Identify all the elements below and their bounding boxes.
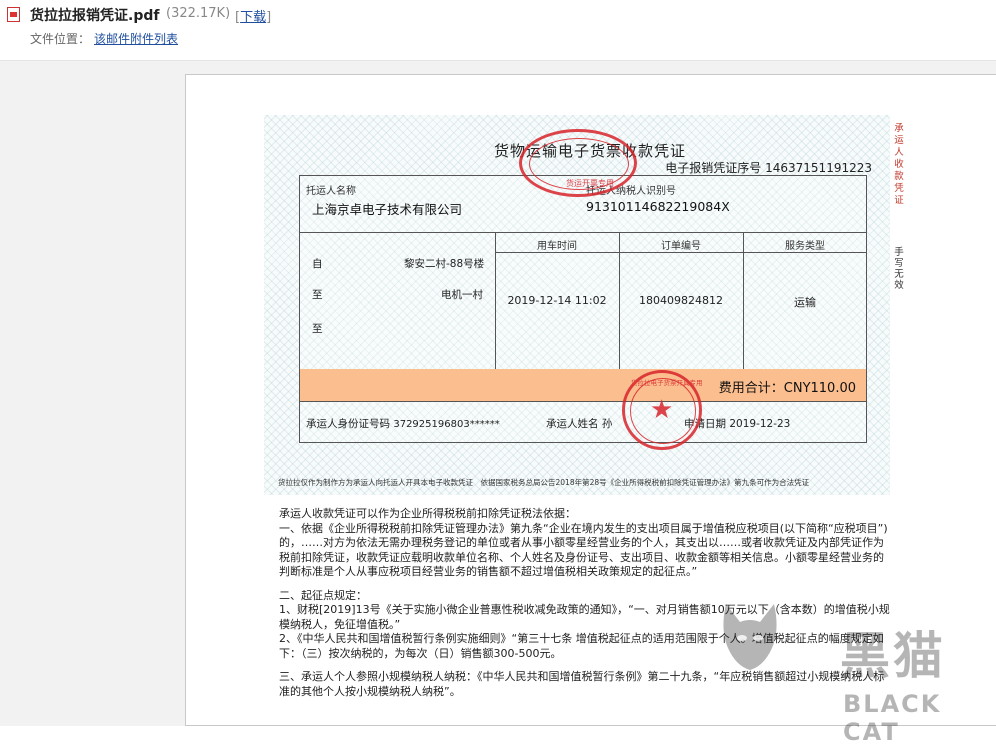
total-value: CNY110.00: [783, 381, 856, 396]
tax-basis-p2-1: 1、财税[2019]13号《关于实施小微企业普惠性税收减免政策的通知》，“一、对…: [279, 603, 890, 631]
seal-stamp-bottom-text: 货拉拉电子货票开具专用: [631, 379, 703, 387]
attachment-filesize: (322.17K): [166, 6, 231, 21]
carrier-name: 承运人姓名 孙: [546, 416, 612, 431]
download-link[interactable]: 下载: [240, 10, 266, 25]
route-to: 电机一村: [441, 289, 483, 301]
file-location-label: 文件位置：: [30, 32, 91, 46]
watermark-subtitle: BLACK CAT: [843, 690, 942, 746]
side-label-red: 承运人收款凭证: [894, 123, 904, 206]
service-type: 运输: [794, 296, 816, 309]
apply-date-value: 2019-12-23: [729, 418, 791, 430]
side-label-black: 手写无效: [894, 247, 904, 291]
serial-label: 电子报销凭证序号: [665, 161, 762, 175]
route-to2-label: 至: [312, 323, 323, 335]
carrier-id: 承运人身份证号码 372925196803******: [306, 416, 500, 431]
tax-basis-text: 承运人收款凭证可以作为企业所得税税前扣除凭证税法依据： 一、依据《企业所得税税前…: [279, 507, 894, 699]
attachment-filename: 货拉拉报销凭证.pdf: [30, 8, 160, 24]
carrier-id-label: 承运人身份证号码: [306, 418, 390, 430]
tax-basis-p2-2: 2、《中华人民共和国增值税暂行条例实施细则》“第三十七条 增值税起征点的适用范围…: [279, 632, 884, 660]
carrier-name-value: 孙: [601, 418, 613, 430]
order-number: 180409824812: [639, 294, 723, 307]
star-icon: ★: [650, 395, 674, 425]
receipt-table: 托运人名称 上海京卓电子技术有限公司 托运人纳税人识别号 91310114682…: [299, 175, 867, 443]
seal-stamp-bottom: ★ 货拉拉电子货票开具专用: [622, 370, 703, 450]
seal-stamp-top: 货运开票专用: [519, 129, 637, 197]
route-from-label: 自: [312, 258, 323, 270]
shipper-label: 托运人名称: [306, 186, 356, 197]
total-label: 费用合计：: [718, 381, 784, 396]
order-header: 订单编号: [661, 241, 701, 252]
serial-value: 14637151191223: [765, 161, 872, 175]
trip-time: 2019-12-14 11:02: [507, 294, 607, 307]
tax-basis-intro: 承运人收款凭证可以作为企业所得税税前扣除凭证税法依据：: [279, 507, 576, 520]
tax-basis-p1: 一、依据《企业所得税税前扣除凭证管理办法》第九条“企业在境内发生的支出项目属于增…: [279, 521, 888, 579]
serial-number: 电子报销凭证序号 14637151191223: [665, 159, 872, 176]
seal-stamp-top-text: 货运开票专用: [566, 179, 614, 188]
time-header: 用车时间: [537, 241, 577, 252]
file-location-link[interactable]: 该邮件附件列表: [94, 30, 178, 47]
download-link-wrapper: [下载]: [235, 10, 272, 25]
tax-basis-p2-title: 二、起征点规定：: [279, 588, 367, 602]
receipt-footnote: 货拉拉仅作为制作方为承运人向托运人开具本电子收款凭证 依据国家税务总局公告201…: [278, 478, 810, 487]
watermark-title: 黑猫: [840, 627, 946, 685]
receipt-voucher: 货物运输电子货票收款凭证 电子报销凭证序号 14637151191223 托运人…: [264, 115, 890, 495]
service-header: 服务类型: [785, 241, 825, 252]
shipper-name: 上海京卓电子技术有限公司: [312, 202, 463, 217]
tax-basis-p3: 三、承运人个人参照小规模纳税人纳税：《中华人民共和国增值税暂行条例》第二十九条，…: [279, 670, 885, 698]
carrier-name-label: 承运人姓名: [546, 418, 599, 430]
route-to-label: 至: [312, 289, 323, 301]
black-cat-logo: [723, 604, 777, 670]
pdf-file-icon: [7, 7, 20, 22]
taxid-value: 91310114682219084X: [586, 199, 730, 214]
attachment-header: 货拉拉报销凭证.pdf (322.17K) [下载] 文件位置： 该邮件附件列表: [0, 0, 996, 61]
carrier-id-value: 372925196803******: [393, 419, 500, 430]
total-amount: 费用合计：CNY110.00: [719, 377, 856, 396]
route-from: 黎安二村-88号楼: [404, 258, 485, 270]
